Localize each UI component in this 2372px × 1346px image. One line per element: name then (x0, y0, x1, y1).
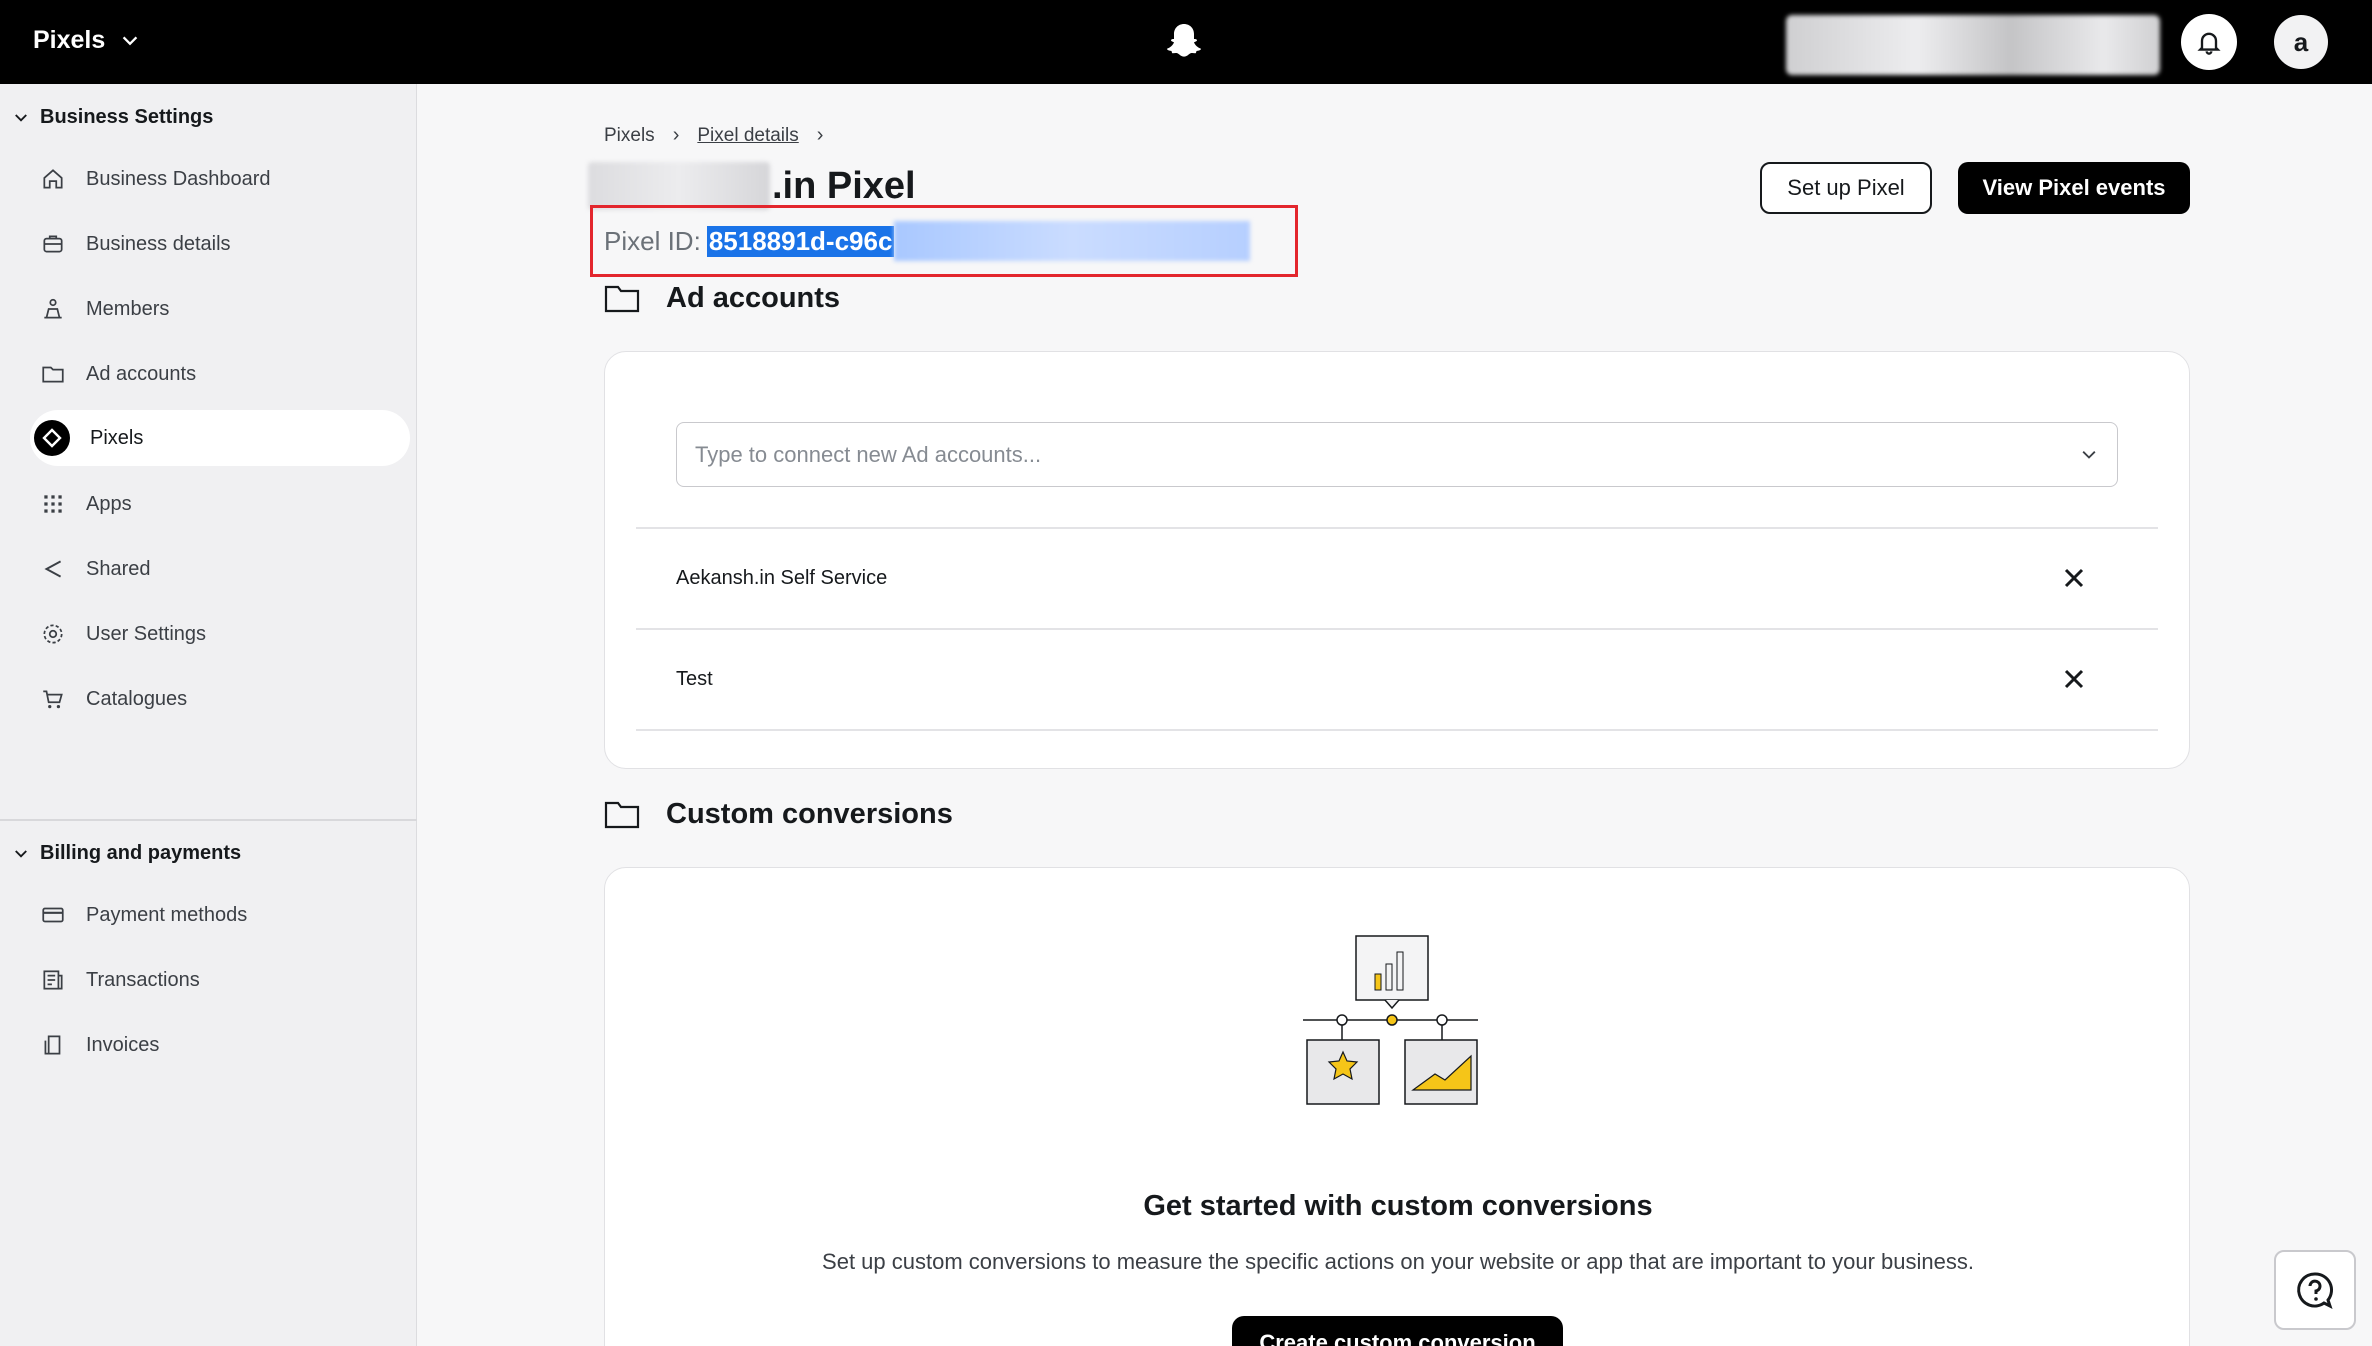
sidebar-item-payment-methods[interactable]: Payment methods (30, 887, 410, 943)
chevron-down-icon (15, 849, 27, 858)
pixel-id-value[interactable]: 8518891d-c96c (706, 225, 895, 257)
ad-account-name: Test (676, 667, 713, 690)
create-custom-conversion-button[interactable]: Create custom conversion (1232, 1316, 1563, 1346)
pixel-icon (34, 420, 70, 456)
sidebar-item-business-dashboard[interactable]: Business Dashboard (30, 151, 410, 207)
bell-icon (2197, 32, 2221, 55)
chevron-down-icon (2082, 451, 2096, 459)
help-chat-icon (2297, 1272, 2333, 1309)
sidebar-item-members[interactable]: Members (30, 281, 410, 337)
ad-accounts-card: Type to connect new Ad accounts... Aekan… (604, 351, 2190, 769)
sidebar-item-label: Catalogues (86, 687, 188, 710)
custom-conversions-heading: Custom conversions (604, 798, 953, 831)
apps-grid-icon (44, 495, 62, 513)
briefcase-icon (43, 235, 63, 253)
section-title: Custom conversions (666, 798, 953, 830)
members-icon (44, 298, 62, 319)
page-title-row: .in Pixel (588, 162, 916, 210)
close-icon (2064, 669, 2084, 689)
section-billing-and-payments[interactable]: Billing and payments (12, 842, 241, 865)
sidebar-item-label: Members (86, 297, 170, 320)
section-title: Ad accounts (666, 282, 841, 314)
empty-state-subtitle: Set up custom conversions to measure the… (822, 1249, 1974, 1274)
redacted-account-selector[interactable] (1786, 15, 2160, 75)
sidebar-item-shared[interactable]: Shared (30, 541, 410, 597)
sidebar-item-user-settings[interactable]: User Settings (30, 606, 410, 662)
remove-ad-account-button[interactable] (2054, 558, 2094, 598)
invoice-icon (44, 1035, 61, 1055)
sidebar-item-label: Transactions (86, 968, 200, 991)
chevron-right-icon: › (816, 124, 824, 146)
gear-icon (43, 624, 63, 644)
pixel-id: Pixel ID: 8518891d-c96c (604, 221, 1251, 261)
set-up-pixel-button[interactable]: Set up Pixel (1760, 162, 1932, 214)
custom-conversions-card: Get started with custom conversions Set … (604, 867, 2190, 1346)
view-pixel-events-button[interactable]: View Pixel events (1958, 162, 2190, 214)
ad-accounts-search-input[interactable]: Type to connect new Ad accounts... (676, 422, 2118, 487)
sidebar-item-invoices[interactable]: Invoices (30, 1017, 410, 1073)
folder-icon (604, 801, 640, 828)
row-divider (636, 729, 2158, 731)
sidebar-item-label: Business details (86, 232, 231, 255)
breadcrumb: Pixels › Pixel details › (604, 124, 823, 147)
app-switcher[interactable]: Pixels (33, 26, 141, 55)
share-icon (44, 560, 62, 578)
breadcrumb-pixels[interactable]: Pixels (604, 125, 655, 147)
section-business-settings[interactable]: Business Settings (12, 106, 213, 129)
sidebar-item-label: Invoices (86, 1033, 160, 1056)
chevron-down-icon (123, 36, 138, 45)
user-avatar-button[interactable]: a (2274, 15, 2328, 69)
sidebar-item-label: Apps (86, 492, 132, 515)
app-switcher-label: Pixels (33, 26, 106, 54)
ad-account-name: Aekansh.in Self Service (676, 566, 888, 589)
ad-accounts-heading: Ad accounts (604, 282, 840, 315)
chevron-down-icon (15, 113, 27, 122)
sidebar-divider (0, 819, 417, 821)
receipt-icon (43, 970, 63, 990)
redacted-pixel-id (894, 221, 1251, 261)
sidebar-item-business-details[interactable]: Business details (30, 216, 410, 272)
credit-card-icon (42, 907, 64, 923)
create-button-label: Create custom conversion (1259, 1330, 1536, 1346)
sidebar-item-label: Payment methods (86, 903, 248, 926)
section-title: Business Settings (40, 106, 214, 128)
sidebar-item-label: User Settings (86, 622, 207, 645)
chevron-right-icon: › (672, 124, 680, 146)
sidebar: Business Settings Business Dashboard Bus… (0, 84, 417, 1346)
breadcrumb-pixel-details[interactable]: Pixel details (697, 125, 798, 147)
sidebar-item-pixels[interactable]: Pixels (30, 410, 410, 466)
pixel-id-label: Pixel ID: (604, 225, 701, 256)
folder-icon (42, 366, 64, 383)
sidebar-item-label: Pixels (90, 426, 144, 449)
remove-ad-account-button[interactable] (2054, 659, 2094, 699)
input-placeholder: Type to connect new Ad accounts... (695, 441, 1042, 467)
sidebar-item-catalogues[interactable]: Catalogues (30, 671, 410, 727)
folder-icon (604, 285, 640, 312)
sidebar-item-apps[interactable]: Apps (30, 476, 410, 532)
notifications-button[interactable] (2181, 14, 2237, 70)
cart-icon (43, 690, 63, 709)
table-row: Aekansh.in Self Service (676, 528, 2118, 628)
redacted-title-prefix (588, 162, 770, 210)
close-icon (2064, 568, 2084, 588)
table-row: Test (676, 629, 2118, 729)
top-bar: Pixels a (0, 0, 2372, 84)
sidebar-item-label: Ad accounts (86, 362, 197, 385)
avatar-initial: a (2293, 26, 2309, 57)
main-content: Pixels › Pixel details › .in Pixel Pixel… (418, 84, 2372, 1346)
sidebar-item-ad-accounts[interactable]: Ad accounts (30, 346, 410, 402)
section-title: Billing and payments (40, 842, 242, 864)
sidebar-item-transactions[interactable]: Transactions (30, 952, 410, 1008)
empty-state-title: Get started with custom conversions (1143, 1190, 1653, 1222)
page-title: .in Pixel (772, 164, 916, 207)
help-button[interactable] (2274, 1250, 2356, 1330)
home-icon (43, 169, 63, 189)
snapchat-ghost-icon[interactable] (1160, 18, 1208, 66)
sidebar-item-label: Business Dashboard (86, 167, 271, 190)
sidebar-item-label: Shared (86, 557, 151, 580)
conversions-illustration (1303, 935, 1478, 1105)
